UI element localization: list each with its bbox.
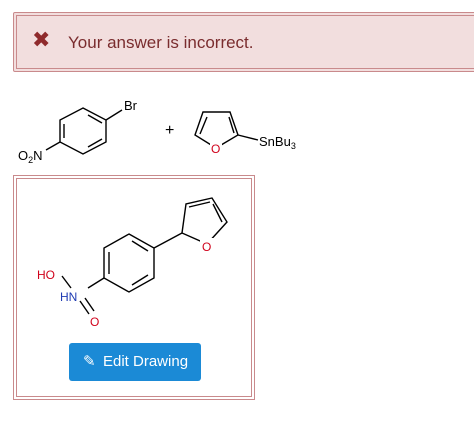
hn-label: HN [60,290,77,304]
furan-o-label: O [202,240,211,254]
aryl-furan-bond [153,232,183,249]
br-label: Br [124,98,138,113]
edit-drawing-button[interactable]: ✎ Edit Drawing [69,343,201,381]
feedback-banner: ✖ Your answer is incorrect. [13,12,474,72]
reactant-bromonitrobenzene [45,107,123,155]
furan-o-label: O [211,142,220,156]
c-sn-bond [237,134,259,141]
close-x-icon: ✖ [32,27,51,52]
no2-label: O2N [18,148,43,165]
c-br-bond [105,109,123,121]
edit-drawing-label: Edit Drawing [103,353,189,370]
feedback-message: Your answer is incorrect. [68,33,254,52]
furan-ring [181,197,228,245]
plus-sign: + [165,122,174,139]
o-n-bond [61,275,72,289]
benzene-ring [59,107,107,155]
c-n-bond [87,277,105,289]
reactant-stannylfuran [194,111,259,149]
pencil-icon: ✎ [83,353,96,370]
c-n-bond [45,141,61,151]
nitroso-o-label: O [90,315,99,329]
snbu3-label: SnBu3 [259,134,296,151]
reaction-scheme: Br O2N + O SnBu3 [0,90,474,170]
answer-bonds [61,197,228,315]
benzene-ring [103,233,155,293]
ho-label: HO [37,268,55,282]
reaction-svg: Br O2N + O SnBu3 [18,98,296,165]
answer-drawing-box[interactable]: O HO HN O ✎ Edit Drawing [13,175,255,400]
